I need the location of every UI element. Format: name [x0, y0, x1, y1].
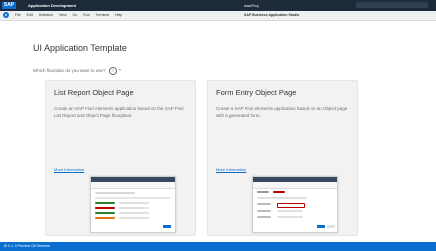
status-text: Ø 0 ⚠ 0 Preview Git Terminal	[4, 244, 50, 248]
preview-row	[257, 210, 271, 212]
preview-row	[277, 203, 305, 208]
preview-row	[257, 216, 271, 218]
title-bar-controls[interactable]	[356, 2, 428, 8]
preview-row	[95, 202, 115, 204]
preview-row	[257, 191, 269, 193]
preview-row	[119, 212, 149, 214]
preview-row	[257, 197, 307, 199]
preview-row	[119, 207, 149, 209]
menu-edit[interactable]: Edit	[27, 13, 33, 18]
studio-title: SAP Business Application Studio	[244, 13, 300, 17]
question-text: Which floorplan do you want to use?	[33, 68, 106, 74]
preview-row	[273, 191, 285, 193]
menu-run[interactable]: Run	[83, 13, 89, 18]
preview-button	[163, 225, 171, 228]
menu-file[interactable]: File	[15, 13, 21, 18]
card-title: List Report Object Page	[54, 88, 134, 97]
preview-row	[95, 207, 115, 209]
preview-button	[317, 225, 325, 228]
preview-row	[277, 216, 303, 218]
menu-bar: ● File Edit Selection View Go Run Termin…	[0, 11, 436, 21]
preview-header	[253, 182, 337, 189]
preview-button	[327, 225, 335, 228]
preview-row	[119, 202, 149, 204]
preview-row	[277, 210, 303, 212]
more-information-link[interactable]: More Information	[54, 167, 84, 172]
preview-row	[95, 212, 115, 214]
menu-go[interactable]: Go	[73, 13, 78, 18]
preview-row	[119, 217, 149, 219]
floorplan-question: Which floorplan do you want to use? ? *	[33, 67, 121, 75]
card-description: Create a SAP Fiori elements application …	[216, 106, 348, 118]
preview-row	[95, 217, 115, 219]
preview-header	[91, 182, 175, 189]
title-bar: SAP Application Development ownProj	[0, 0, 436, 11]
form-entry-preview-image	[252, 176, 338, 233]
help-icon[interactable]: ?	[108, 67, 117, 75]
menu-help[interactable]: Help	[115, 13, 122, 18]
menu-terminal[interactable]: Terminal	[96, 13, 109, 18]
status-bar: Ø 0 ⚠ 0 Preview Git Terminal	[0, 242, 436, 251]
preview-row	[95, 197, 171, 199]
app-title: Application Development	[28, 3, 77, 8]
menu-items: File Edit Selection View Go Run Terminal…	[15, 13, 122, 18]
card-description: Create an SAP Fiori elements application…	[54, 106, 184, 118]
card-title: Form Entry Object Page	[216, 88, 297, 97]
preview-row	[257, 203, 271, 205]
menu-selection[interactable]: Selection	[39, 13, 53, 18]
app-menu-icon[interactable]: ●	[3, 12, 9, 18]
page-title: UI Application Template	[33, 43, 127, 53]
preview-row	[95, 192, 135, 194]
menu-view[interactable]: View	[59, 13, 67, 18]
sap-logo: SAP	[2, 2, 16, 9]
card-list-report[interactable]: List Report Object Page Create an SAP Fi…	[45, 80, 196, 236]
required-mark: *	[119, 68, 121, 74]
list-report-preview-image	[90, 176, 176, 233]
project-name: ownProj	[244, 3, 259, 8]
card-form-entry[interactable]: Form Entry Object Page Create a SAP Fior…	[207, 80, 358, 236]
more-information-link[interactable]: More Information	[216, 167, 246, 172]
